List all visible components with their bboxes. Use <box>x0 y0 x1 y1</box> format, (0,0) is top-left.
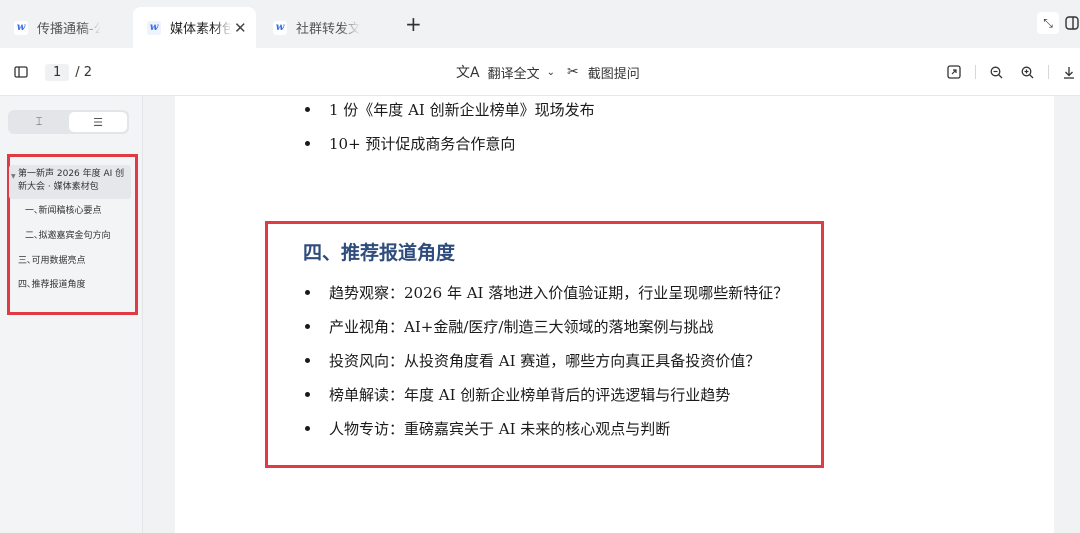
tab-label: 媒体素材包 <box>170 22 232 37</box>
outline-item-title[interactable]: ▼ 第一新声 2026 年度 AI 创新大会 · 媒体素材包 <box>9 165 131 199</box>
page-total: / 2 <box>75 64 93 80</box>
translate-button[interactable]: 文A 翻译全文 ⌄ <box>456 48 555 96</box>
scissors-icon: ✂ <box>567 64 579 80</box>
tab-bar: w 传播通稿-公 w 媒体素材包 ✕ w 社群转发文 + ⤡ <box>0 0 1080 48</box>
bullet-dot <box>305 289 310 295</box>
word-doc-icon: w <box>147 20 161 35</box>
bullet-text: 年度 AI 创新企业榜单背后的评选逻辑与行业趋势 <box>404 386 731 404</box>
bullet-text: 2026 年 AI 落地进入价值验证期，行业呈现哪些新特征？ <box>404 284 789 302</box>
translate-icon: 文A <box>456 65 480 81</box>
bullet-heading: 人物专访： <box>329 420 405 438</box>
sidebar-toggle-icon[interactable] <box>14 48 28 96</box>
zoom-in-icon[interactable] <box>1021 48 1034 96</box>
close-icon[interactable]: ✕ <box>234 19 247 37</box>
chevron-down-icon: ⌄ <box>546 66 555 78</box>
word-doc-icon: w <box>273 20 287 35</box>
bullet-item: 10+ 预计促成商务合作意向 <box>305 133 515 154</box>
bullet-item: 1 份《年度 AI 创新企业榜单》现场发布 <box>305 99 595 120</box>
outline-item-2[interactable]: 二､拟邀嘉宾金句方向 <box>25 230 111 243</box>
bullet-dot <box>305 357 310 363</box>
word-doc-icon: w <box>14 20 28 35</box>
bullet-dot <box>305 140 310 146</box>
outline-item-label: 第一新声 2026 年度 AI 创新大会 · 媒体素材包 <box>18 169 125 192</box>
tab-community-post[interactable]: w 社群转发文 <box>259 7 389 48</box>
outline-item-4[interactable]: 四､推荐报道角度 <box>18 279 86 292</box>
tab-label: 社群转发文 <box>296 22 360 37</box>
zoom-out-icon[interactable] <box>990 48 1003 96</box>
fit-page-icon[interactable] <box>947 48 961 96</box>
bullet-heading: 榜单解读： <box>329 386 405 404</box>
thumbnail-view-icon[interactable]: ⌶ <box>10 112 68 132</box>
bullet-text: AI+金融/医疗/制造三大领域的落地案例与挑战 <box>404 318 714 336</box>
bullet-dot <box>305 425 310 431</box>
collapse-icon[interactable]: ⤡ <box>1037 12 1059 34</box>
outline-item-1[interactable]: 一､新闻稿核心要点 <box>25 205 102 218</box>
bullet-item: 人物专访：重磅嘉宾关于 AI 未来的核心观点与判断 <box>305 418 670 439</box>
bullet-text: 10+ 预计促成商务合作意向 <box>329 135 516 153</box>
bullet-text: 从投资角度看 AI 赛道，哪些方向真正具备投资价值？ <box>404 352 761 370</box>
tab-label: 传播通稿-公 <box>37 22 101 37</box>
page-indicator: 1 / 2 <box>45 48 92 96</box>
outline-view-icon[interactable]: ☰ <box>69 112 127 132</box>
bullet-heading: 投资风向： <box>329 352 405 370</box>
bullet-heading: 趋势观察： <box>329 284 405 302</box>
bullet-item: 趋势观察：2026 年 AI 落地进入价值验证期，行业呈现哪些新特征？ <box>305 282 788 303</box>
outline-sidebar: ⌶ ☰ ▼ 第一新声 2026 年度 AI 创新大会 · 媒体素材包 一､新闻稿… <box>0 96 143 533</box>
toolbar: 1 / 2 文A 翻译全文 ⌄ ✂ 截图提问 <box>0 48 1080 96</box>
sidebar-view-switch: ⌶ ☰ <box>8 110 129 134</box>
translate-label: 翻译全文 <box>487 66 540 82</box>
outline-item-3[interactable]: 三､可用数据亮点 <box>18 255 86 268</box>
bullet-text: 1 份《年度 AI 创新企业榜单》现场发布 <box>329 101 595 119</box>
download-icon[interactable] <box>1063 48 1075 96</box>
bullet-dot <box>305 391 310 397</box>
screenshot-label: 截图提问 <box>587 66 640 82</box>
bullet-item: 产业视角：AI+金融/医疗/制造三大领域的落地案例与挑战 <box>305 316 713 337</box>
tab-media-kit[interactable]: w 媒体素材包 ✕ <box>133 7 256 48</box>
bullet-text: 重磅嘉宾关于 AI 未来的核心观点与判断 <box>404 420 671 438</box>
bullet-item: 投资风向：从投资角度看 AI 赛道，哪些方向真正具备投资价值？ <box>305 350 760 371</box>
tab-press-release[interactable]: w 传播通稿-公 <box>0 7 130 48</box>
screenshot-ask-button[interactable]: ✂ 截图提问 <box>567 48 640 96</box>
section-heading: 四、推荐报道角度 <box>303 242 456 264</box>
bullet-dot <box>305 323 310 329</box>
bullet-dot <box>305 106 310 112</box>
page-number-input[interactable]: 1 <box>45 63 70 81</box>
bullet-heading: 产业视角： <box>329 318 405 336</box>
panel-toggle-icon[interactable] <box>1061 12 1080 34</box>
bullet-item: 榜单解读：年度 AI 创新企业榜单背后的评选逻辑与行业趋势 <box>305 384 730 405</box>
caret-down-icon[interactable]: ▼ <box>11 170 16 183</box>
new-tab-icon[interactable]: + <box>405 12 422 36</box>
